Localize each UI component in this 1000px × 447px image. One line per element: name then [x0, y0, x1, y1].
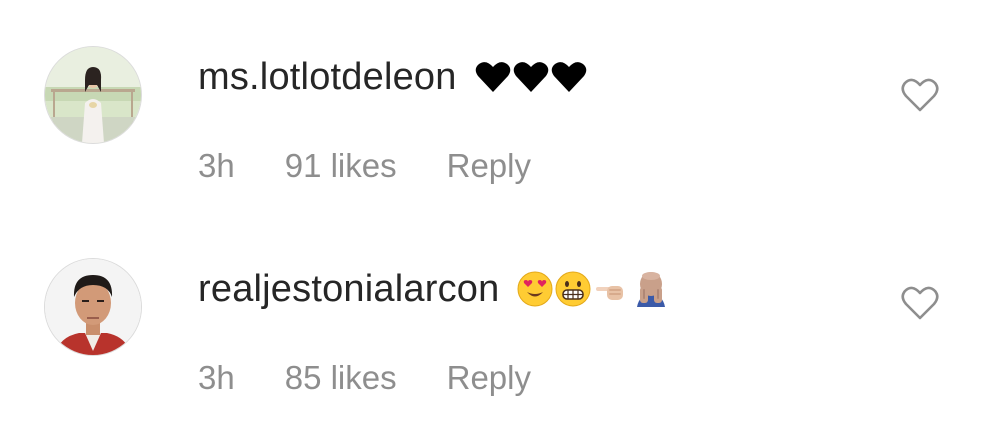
comment-text — [517, 271, 671, 307]
comment-text — [475, 61, 587, 93]
comment-likes-count[interactable]: 85 likes — [285, 359, 397, 397]
reply-button[interactable]: Reply — [447, 359, 531, 397]
man-facepalm-icon — [637, 272, 666, 307]
heart-outline-icon — [901, 78, 939, 112]
avatar-photo-man — [45, 259, 141, 355]
comment-item: realjestonialarcon 3h 85 likes Reply — [0, 212, 1000, 412]
comment-header: ms.lotlotdeleon — [198, 52, 587, 102]
black-heart-icon — [551, 62, 586, 92]
comment-item: ms.lotlotdeleon 3h 91 likes Reply — [0, 0, 1000, 200]
comment-likes-count[interactable]: 91 likes — [285, 147, 397, 185]
avatar-photo-woman — [45, 47, 141, 143]
comment-timestamp[interactable]: 3h — [198, 359, 235, 397]
black-heart-icon — [513, 62, 548, 92]
reply-button[interactable]: Reply — [447, 147, 531, 185]
like-comment-button[interactable] — [900, 284, 940, 322]
heart-eyes-face-icon — [517, 271, 553, 307]
comment-timestamp[interactable]: 3h — [198, 147, 235, 185]
comments-list: ms.lotlotdeleon 3h 91 likes Reply realje… — [0, 0, 1000, 447]
grimacing-face-icon — [555, 271, 591, 307]
comment-username[interactable]: realjestonialarcon — [198, 268, 499, 311]
comment-meta: 3h 91 likes Reply — [198, 144, 531, 188]
avatar[interactable] — [45, 47, 141, 143]
comment-header: realjestonialarcon — [198, 264, 671, 314]
comment-meta: 3h 85 likes Reply — [198, 356, 531, 400]
comment-username[interactable]: ms.lotlotdeleon — [198, 56, 457, 99]
black-heart-icon — [475, 62, 510, 92]
like-comment-button[interactable] — [900, 76, 940, 114]
pointing-hand-icon — [596, 286, 624, 300]
avatar[interactable] — [45, 259, 141, 355]
heart-outline-icon — [901, 286, 939, 320]
